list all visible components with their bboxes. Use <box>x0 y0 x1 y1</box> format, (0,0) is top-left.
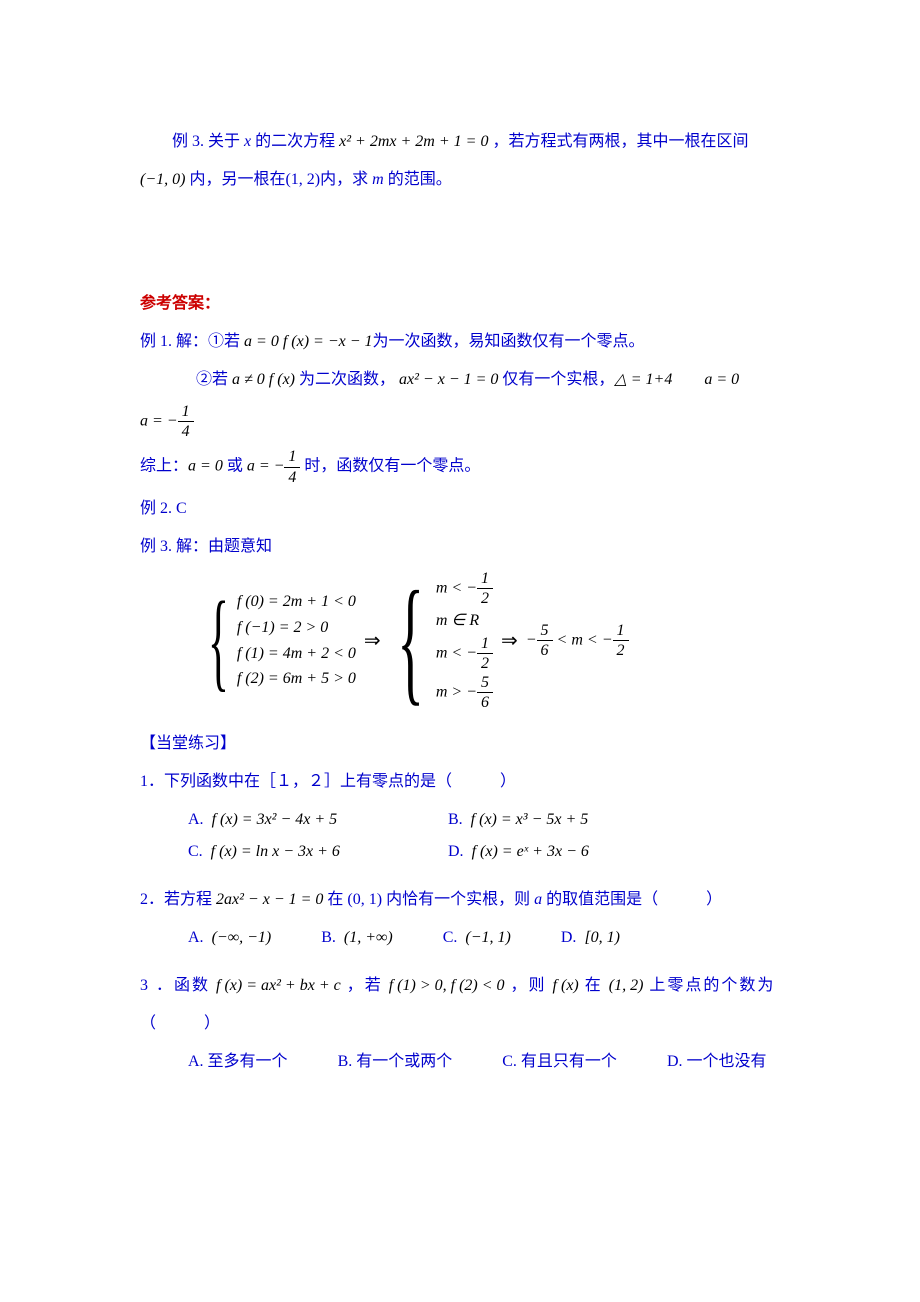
ans1-line2: ②若 a ≠ 0 f (x) 为二次函数， ax² − x − 1 = 0 仅有… <box>140 364 780 396</box>
ex3-mid1: 的二次方程 <box>255 133 335 150</box>
brace-1: { <box>208 591 229 690</box>
q1-b: B. f (x) = x³ − 5x + 5 <box>448 804 588 836</box>
a1-eq4: △ = 1+4 <box>614 371 672 388</box>
a1-frac: 14 <box>178 402 194 441</box>
brace-2: { <box>397 578 424 704</box>
q2-a: A. (−∞, −1) <box>188 922 271 954</box>
ans1-line1: 例 1. 解：①若 a = 0 f (x) = −x − 1为一次函数，易知函数… <box>140 326 780 358</box>
q2-text: 2．若方程 2ax² − x − 1 = 0 在 (0, 1) 内恰有一个实根，… <box>140 884 780 916</box>
a1-eq5: a = 0 <box>704 371 739 388</box>
q3-b: B. 有一个或两个 <box>338 1046 453 1078</box>
a1-lhs: a = − <box>140 412 178 429</box>
a1-frac2: 14 <box>284 447 300 486</box>
a1-d: 为二次函数， <box>295 371 395 388</box>
a1-eq3: ax² − x − 1 = 0 <box>395 371 498 388</box>
a1-eq2: a ≠ 0 f (x) <box>232 371 295 388</box>
ex3-l2e: 的范围。 <box>384 171 452 188</box>
s2l2: m ∈ R <box>436 608 493 634</box>
q1-row1: A. f (x) = 3x² − 4x + 5 B. f (x) = x³ − … <box>140 804 780 836</box>
a1-b: 为一次函数，易知函数仅有一个零点。 <box>373 333 645 350</box>
example3-line1: 例 3. 关于 x 的二次方程 x² + 2mx + 2m + 1 = 0 ，若… <box>140 126 780 158</box>
ans1-summary: 综上：a = 0 或 a = −14 时，函数仅有一个零点。 <box>140 447 780 486</box>
s2l4: m > −56 <box>436 673 493 712</box>
ex3-int2: (1, 2) <box>285 171 320 188</box>
ex3-l2b: 内，另一根在 <box>189 171 285 188</box>
ex3-l2d: 内，求 <box>320 171 372 188</box>
final: −56 < m < −12 <box>526 621 629 660</box>
ans3-intro: 例 3. 解：由题意知 <box>140 531 780 563</box>
q3-options: A. 至多有一个 B. 有一个或两个 C. 有且只有一个 D. 一个也没有 <box>140 1046 780 1078</box>
q2-options: A. (−∞, −1) B. (1, +∞) C. (−1, 1) D. [0,… <box>140 922 780 954</box>
q1-d: D. f (x) = eˣ + 3x − 6 <box>448 836 589 868</box>
a1-a: 例 1. 解：①若 <box>140 333 244 350</box>
q2-c: C. (−1, 1) <box>443 922 511 954</box>
ans2: 例 2. C <box>140 493 780 525</box>
ans3-system: { f (0) = 2m + 1 < 0 f (−1) = 2 > 0 f (1… <box>204 569 780 713</box>
sys1: f (0) = 2m + 1 < 0 f (−1) = 2 > 0 f (1) … <box>237 589 356 691</box>
a1-se1: a = 0 <box>188 458 223 475</box>
a1-sumc: 时，函数仅有一个零点。 <box>300 458 480 475</box>
a1-suma: 综上： <box>140 458 188 475</box>
q1-row2: C. f (x) = ln x − 3x + 6 D. f (x) = eˣ +… <box>140 836 780 868</box>
s2l3: m < −12 <box>436 634 493 673</box>
practice-header: 【当堂练习】 <box>140 728 780 760</box>
ans1-frac: a = −14 <box>140 402 780 441</box>
q2-b: B. (1, +∞) <box>321 922 393 954</box>
s1l4: f (2) = 6m + 5 > 0 <box>237 666 356 692</box>
q1-a: A. f (x) = 3x² − 4x + 5 <box>188 804 448 836</box>
q3-d: D. 一个也没有 <box>667 1046 767 1078</box>
ex3-tail1: ，若方程式有两根，其中一根在区间 <box>492 133 748 150</box>
a1-c: ②若 <box>196 371 232 388</box>
arrow-2: ⇒ <box>493 621 526 661</box>
sys2: m < −12 m ∈ R m < −12 m > −56 <box>436 569 493 713</box>
s1l3: f (1) = 4m + 2 < 0 <box>237 641 356 667</box>
ex3-int1: (−1, 0) <box>140 171 189 188</box>
q3-c: C. 有且只有一个 <box>502 1046 617 1078</box>
s2l1: m < −12 <box>436 569 493 608</box>
a1-sumb: 或 <box>223 458 247 475</box>
ex3-x: x <box>240 133 255 150</box>
q3-a: A. 至多有一个 <box>188 1046 288 1078</box>
q1-text: 1．下列函数中在［１，２］上有零点的是（ ） <box>140 766 780 798</box>
a1-se2: a = − <box>247 458 285 475</box>
s1l1: f (0) = 2m + 1 < 0 <box>237 589 356 615</box>
arrow-1: ⇒ <box>356 621 389 661</box>
q3-text: 3 ．函数 f (x) = ax² + bx + c ，若 f (1) > 0,… <box>140 970 780 1002</box>
example3-line2: (−1, 0) 内，另一根在(1, 2)内，求 m 的范围。 <box>140 164 780 196</box>
ex3-m: m <box>372 171 384 188</box>
q1-c: C. f (x) = ln x − 3x + 6 <box>188 836 448 868</box>
s1l2: f (−1) = 2 > 0 <box>237 615 356 641</box>
q3-paren: （ ） <box>140 1008 780 1040</box>
ex3-eq: x² + 2mx + 2m + 1 = 0 <box>335 133 492 150</box>
q2-d: D. [0, 1) <box>561 922 620 954</box>
ex3-pre: 例 3. 关于 <box>172 133 240 150</box>
a1-eq1: a = 0 f (x) = −x − 1 <box>244 333 373 350</box>
a1-e: 仅有一个实根， <box>498 371 614 388</box>
answer-header: 参考答案： <box>140 288 780 320</box>
